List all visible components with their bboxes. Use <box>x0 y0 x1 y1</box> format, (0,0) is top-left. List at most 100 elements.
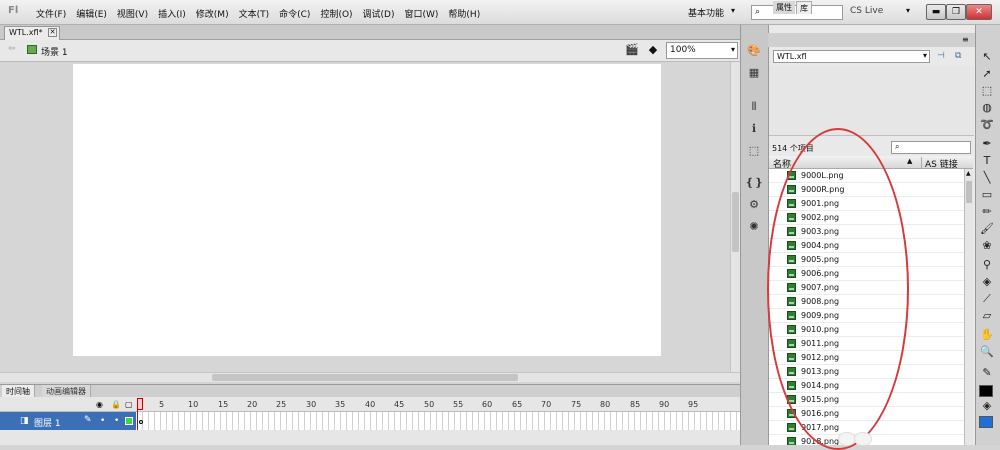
menu-view[interactable]: 视图(V) <box>117 7 148 20</box>
library-item[interactable]: 9001.png <box>769 197 964 211</box>
color-panel-icon[interactable]: 🎨 <box>745 44 763 60</box>
scroll-up-icon[interactable]: ▲ <box>966 170 971 177</box>
library-item[interactable]: 9006.png <box>769 267 964 281</box>
back-arrow-icon[interactable]: ⇦ <box>8 44 16 54</box>
align-panel-icon[interactable]: ⫴ <box>745 100 763 116</box>
stroke-color-swatch[interactable] <box>979 385 993 397</box>
library-item[interactable]: 9012.png <box>769 351 964 365</box>
library-item[interactable]: 9013.png <box>769 365 964 379</box>
hand-tool-icon[interactable]: ✋ <box>978 328 996 343</box>
rectangle-tool-icon[interactable]: ▭ <box>978 188 996 203</box>
library-item[interactable]: 9015.png <box>769 393 964 407</box>
zoom-select[interactable]: 100% ▾ <box>666 42 738 59</box>
cs-live-dropdown-icon[interactable]: ▾ <box>906 6 910 15</box>
scroll-thumb[interactable] <box>732 192 739 252</box>
line-tool-icon[interactable]: ╲ <box>978 171 996 186</box>
layer-row[interactable]: ◨ 图层 1 ✎ • • <box>0 412 136 430</box>
outline-icon[interactable]: ▢ <box>125 400 133 409</box>
brush-tool-icon[interactable]: 🖌 <box>978 222 996 237</box>
pin-library-icon[interactable]: ⊣ <box>937 51 945 61</box>
menu-modify[interactable]: 修改(M) <box>196 7 229 20</box>
components-panel-icon[interactable]: ⚙ <box>745 198 763 214</box>
library-item[interactable]: 9007.png <box>769 281 964 295</box>
visibility-dot[interactable]: • <box>100 416 105 426</box>
scroll-thumb[interactable] <box>212 374 518 381</box>
menu-window[interactable]: 窗口(W) <box>405 7 439 20</box>
lock-icon[interactable]: 🔒 <box>111 400 121 409</box>
workspace-switcher[interactable]: 基本功能 <box>688 6 724 19</box>
tab-properties[interactable]: 属性 <box>773 1 795 14</box>
library-item[interactable]: 9002.png <box>769 211 964 225</box>
eyedropper-tool-icon[interactable]: ⟋ <box>978 292 996 307</box>
library-scrollbar[interactable]: ▲ <box>964 169 973 445</box>
lock-dot[interactable]: • <box>114 416 119 426</box>
sort-icon[interactable]: ▲ <box>907 157 912 165</box>
deco-tool-icon[interactable]: ❀ <box>978 239 996 254</box>
minimize-button[interactable]: ▬ <box>926 4 946 20</box>
stage-horizontal-scrollbar[interactable] <box>0 372 740 382</box>
library-item[interactable]: 9009.png <box>769 309 964 323</box>
swatches-panel-icon[interactable]: ▦ <box>745 66 763 82</box>
document-tab[interactable]: WTL.xfl* ✕ <box>4 26 60 40</box>
menu-help[interactable]: 帮助(H) <box>448 7 480 20</box>
menu-file[interactable]: 文件(F) <box>36 7 66 20</box>
library-item[interactable]: 9000R.png <box>769 183 964 197</box>
library-item[interactable]: 9014.png <box>769 379 964 393</box>
outline-color-swatch[interactable] <box>125 417 133 425</box>
edit-symbols-icon[interactable]: ◆ <box>645 43 661 58</box>
library-item[interactable]: 9003.png <box>769 225 964 239</box>
menu-edit[interactable]: 编辑(E) <box>76 7 107 20</box>
bitmap-icon <box>787 325 796 334</box>
library-item[interactable]: 9010.png <box>769 323 964 337</box>
library-search-input[interactable]: ⌕ <box>891 141 971 154</box>
new-library-panel-icon[interactable]: ⧉ <box>955 51 961 61</box>
info-panel-icon[interactable]: ℹ <box>745 122 763 138</box>
library-item[interactable]: 9008.png <box>769 295 964 309</box>
workspace-dropdown-icon[interactable]: ▾ <box>731 6 735 15</box>
3d-rotation-tool-icon[interactable]: ◍ <box>978 101 996 116</box>
decorative-blob <box>854 432 872 446</box>
selection-tool-icon[interactable]: ↖ <box>978 50 996 65</box>
free-transform-tool-icon[interactable]: ⬚ <box>978 84 996 99</box>
text-tool-icon[interactable]: T <box>978 154 996 169</box>
eye-icon[interactable]: ◉ <box>96 400 103 409</box>
bitmap-icon <box>787 409 796 418</box>
menu-insert[interactable]: 插入(I) <box>158 7 186 20</box>
zoom-tool-icon[interactable]: 🔍 <box>978 345 996 360</box>
close-tab-icon[interactable]: ✕ <box>48 28 57 37</box>
menu-control[interactable]: 控制(O) <box>320 7 352 20</box>
pencil-icon: ✎ <box>84 415 92 425</box>
library-item[interactable]: 9016.png <box>769 407 964 421</box>
cs-live-button[interactable]: CS Live <box>850 6 883 16</box>
menu-text[interactable]: 文本(T) <box>239 7 270 20</box>
eraser-tool-icon[interactable]: ▱ <box>978 309 996 324</box>
pencil-tool-icon[interactable]: ✏ <box>978 205 996 220</box>
stage-canvas[interactable] <box>73 64 661 356</box>
scroll-thumb[interactable] <box>966 181 972 203</box>
library-item[interactable]: 9004.png <box>769 239 964 253</box>
pen-tool-icon[interactable]: ✒ <box>978 137 996 152</box>
menu-commands[interactable]: 命令(C) <box>279 7 310 20</box>
fill-color-swatch[interactable] <box>979 416 993 428</box>
panel-menu-icon[interactable]: ≡ <box>962 35 969 44</box>
tab-library[interactable]: 库 <box>796 1 812 14</box>
close-button[interactable]: ✕ <box>966 4 992 20</box>
playhead-handle[interactable] <box>137 398 143 410</box>
library-item-name: 9015.png <box>801 395 840 404</box>
bone-tool-icon[interactable]: ⚲ <box>978 258 996 273</box>
paint-bucket-tool-icon[interactable]: ◈ <box>978 275 996 290</box>
restore-button[interactable]: ❐ <box>946 4 966 20</box>
lasso-tool-icon[interactable]: ➰ <box>978 118 996 133</box>
library-item[interactable]: 9000L.png <box>769 169 964 183</box>
library-item[interactable]: 9011.png <box>769 337 964 351</box>
stage-vertical-scrollbar[interactable] <box>730 62 740 372</box>
menu-debug[interactable]: 调试(D) <box>363 7 395 20</box>
edit-scene-icon[interactable]: 🎬 <box>624 43 640 58</box>
transform-panel-icon[interactable]: ⬚ <box>745 144 763 160</box>
library-document-select[interactable]: WTL.xfl ▾ <box>773 50 930 63</box>
library-item[interactable]: 9005.png <box>769 253 964 267</box>
motion-presets-icon[interactable]: ✺ <box>745 220 763 236</box>
frame-cells[interactable] <box>137 412 737 430</box>
subselection-tool-icon[interactable]: ➚ <box>978 67 996 82</box>
code-snippets-icon[interactable]: ❴❵ <box>745 176 763 192</box>
